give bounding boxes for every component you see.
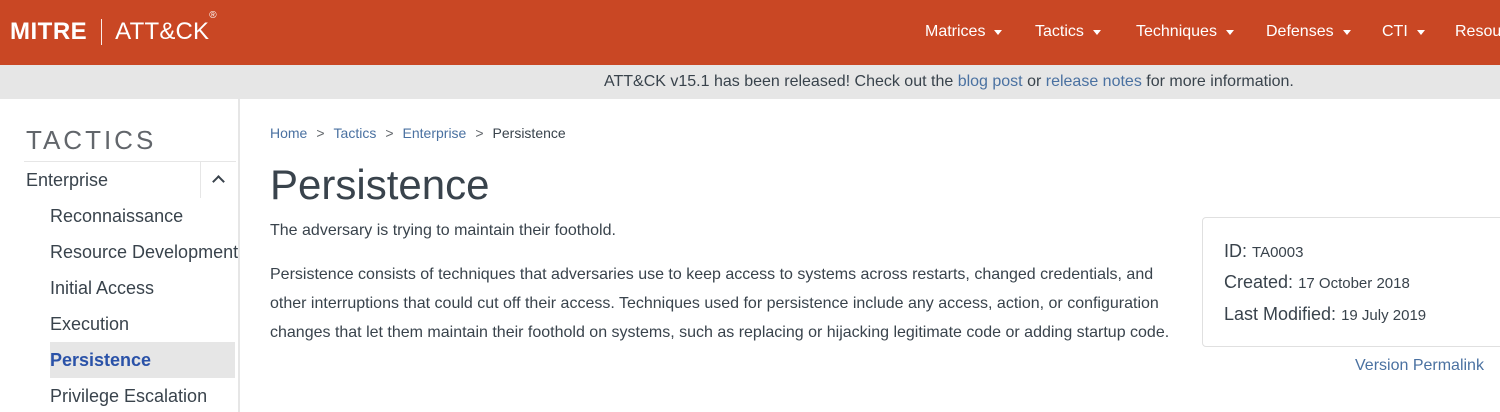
nav-matrices-label: Matrices bbox=[925, 23, 986, 40]
nav-tactics-label: Tactics bbox=[1035, 23, 1084, 40]
top-navbar: MITRE ATT&CK® Matrices Tactics Technique… bbox=[0, 0, 1500, 65]
nav-resources[interactable]: Resou bbox=[1455, 21, 1500, 43]
nav-defenses[interactable]: Defenses bbox=[1266, 21, 1351, 43]
nav-resources-label: Resou bbox=[1455, 23, 1500, 40]
caret-down-icon bbox=[1225, 30, 1234, 35]
version-permalink[interactable]: Version Permalink bbox=[1355, 356, 1484, 376]
attck-logo-label: ATT&CK bbox=[115, 18, 210, 45]
id-label: ID: bbox=[1224, 241, 1248, 261]
sidebar-item-persistence[interactable]: Persistence bbox=[50, 342, 235, 378]
sidebar-item-privilege-escalation[interactable]: Privilege Escalation bbox=[50, 378, 235, 412]
sidebar-item-execution[interactable]: Execution bbox=[50, 306, 235, 342]
nav-cti-label: CTI bbox=[1382, 23, 1408, 40]
tactic-description: Persistence consists of techniques that … bbox=[270, 266, 1170, 341]
sidebar-item-initial-access[interactable]: Initial Access bbox=[50, 270, 235, 306]
card-modified-row: Last Modified: 19 July 2019 bbox=[1224, 303, 1426, 327]
breadcrumb: Home > Tactics > Enterprise > Persistence bbox=[270, 124, 566, 142]
collapse-button[interactable] bbox=[200, 162, 236, 198]
breadcrumb-home[interactable]: Home bbox=[270, 125, 307, 141]
caret-down-icon bbox=[1092, 30, 1101, 35]
nav-defenses-label: Defenses bbox=[1266, 23, 1334, 40]
breadcrumb-separator: > bbox=[475, 125, 484, 141]
created-value: 17 October 2018 bbox=[1298, 275, 1410, 292]
card-id-row: ID: TA0003 bbox=[1224, 240, 1303, 264]
banner-prefix: ATT&CK v15.1 has been released! Check ou… bbox=[604, 73, 958, 90]
nav-techniques-label: Techniques bbox=[1136, 23, 1217, 40]
banner-message: ATT&CK v15.1 has been released! Check ou… bbox=[604, 65, 1294, 99]
breadcrumb-tactics[interactable]: Tactics bbox=[334, 125, 377, 141]
banner-middle: or bbox=[1022, 73, 1046, 90]
attck-logo-text: ATT&CK® bbox=[115, 10, 217, 46]
nav-cti[interactable]: CTI bbox=[1382, 21, 1425, 43]
nav-techniques[interactable]: Techniques bbox=[1136, 21, 1234, 43]
caret-down-icon bbox=[994, 30, 1003, 35]
card-created-row: Created: 17 October 2018 bbox=[1224, 271, 1410, 295]
modified-label: Last Modified: bbox=[1224, 304, 1337, 324]
blog-post-link[interactable]: blog post bbox=[958, 73, 1023, 90]
logo-divider bbox=[101, 19, 103, 45]
id-value: TA0003 bbox=[1252, 244, 1304, 261]
created-label: Created: bbox=[1224, 272, 1294, 292]
tactic-info-card: ID: TA0003 Created: 17 October 2018 Last… bbox=[1202, 217, 1500, 347]
registered-mark: ® bbox=[209, 10, 217, 21]
sidebar: TACTICS Enterprise Reconnaissance Resour… bbox=[0, 99, 240, 412]
breadcrumb-separator: > bbox=[316, 125, 325, 141]
sidebar-item-reconnaissance[interactable]: Reconnaissance bbox=[50, 198, 235, 234]
tactic-intro: The adversary is trying to maintain thei… bbox=[270, 222, 616, 239]
breadcrumb-enterprise[interactable]: Enterprise bbox=[403, 125, 467, 141]
modified-value: 19 July 2019 bbox=[1341, 307, 1427, 324]
page-title: Persistence bbox=[270, 161, 490, 208]
breadcrumb-current: Persistence bbox=[492, 125, 566, 141]
sidebar-item-resource-development[interactable]: Resource Development bbox=[50, 234, 238, 270]
sidebar-title: TACTICS bbox=[26, 125, 157, 155]
caret-down-icon bbox=[1416, 30, 1425, 35]
banner-suffix: for more information. bbox=[1141, 73, 1294, 90]
nav-tactics[interactable]: Tactics bbox=[1035, 21, 1101, 43]
caret-down-icon bbox=[1342, 30, 1351, 35]
mitre-logo-text: MITRE bbox=[10, 18, 88, 45]
release-banner: ATT&CK v15.1 has been released! Check ou… bbox=[0, 65, 1500, 99]
brand-logo[interactable]: MITRE ATT&CK® bbox=[10, 10, 217, 48]
chevron-up-icon bbox=[212, 175, 225, 188]
breadcrumb-separator: > bbox=[385, 125, 394, 141]
release-notes-link[interactable]: release notes bbox=[1046, 73, 1142, 90]
nav-matrices[interactable]: Matrices bbox=[925, 21, 1003, 43]
